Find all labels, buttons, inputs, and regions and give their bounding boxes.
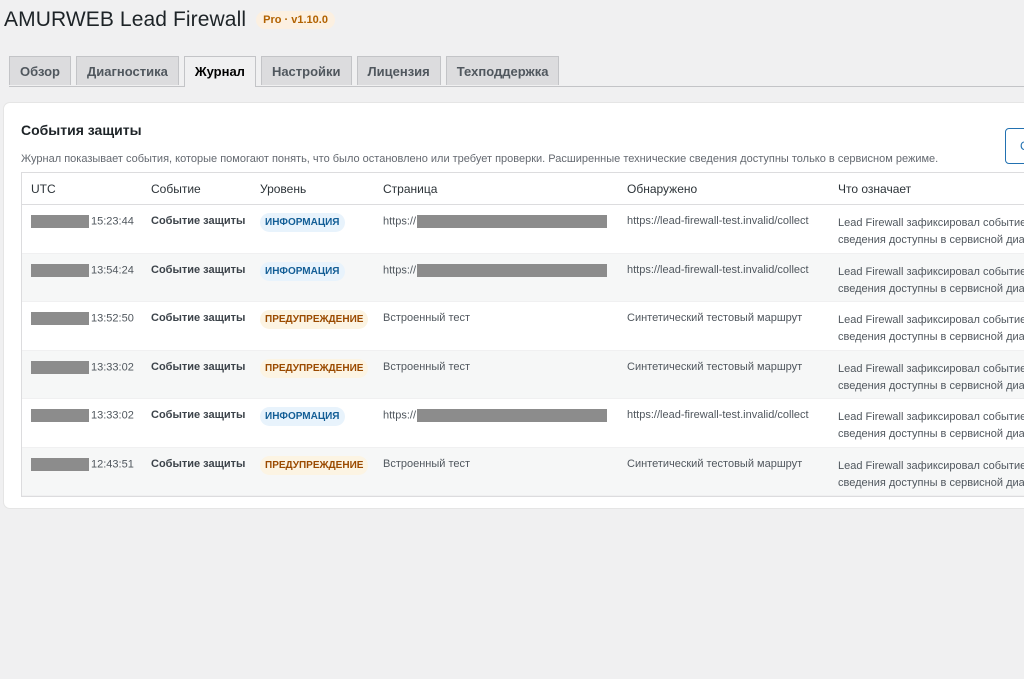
page-text: https:// [383, 263, 417, 276]
table-row[interactable]: 13:33:02 Событие защиты ИНФОРМАЦИЯ https://… [22, 399, 1024, 448]
table-header: UTC Событие Уровень Страница Обнаружено … [22, 173, 1024, 205]
events-panel: События защиты Журнал показывает события… [4, 103, 1024, 508]
table-row[interactable]: 15:23:44 Событие защиты ИНФОРМАЦИЯ https://… [22, 205, 1024, 254]
cell-page: Встроенный тест [383, 361, 470, 373]
cell-event: Событие защиты [151, 263, 246, 276]
level-badge: ПРЕДУПРЕЖДЕНИЕ [260, 455, 369, 475]
level-badge: ИНФОРМАЦИЯ [260, 261, 345, 281]
column-header-level[interactable]: Уровень [260, 182, 306, 196]
event-time: 13:33:02 [91, 360, 134, 373]
redacted-date [31, 263, 89, 277]
tab-support[interactable]: Техподдержка [445, 56, 560, 85]
redacted-date [31, 457, 89, 471]
meaning-line-1: Lead Firewall зафиксировал событие [838, 314, 1024, 326]
column-header-meaning[interactable]: Что означает [838, 182, 911, 196]
column-header-found[interactable]: Обнаружено [627, 182, 697, 196]
meaning-line-1: Lead Firewall зафиксировал событие [838, 411, 1024, 423]
cell-utc: 15:23:44 [31, 215, 134, 228]
cell-meaning: Lead Firewall зафиксировал событие сведен… [838, 458, 1024, 492]
cell-page: https:// [383, 263, 608, 277]
meaning-line-1: Lead Firewall зафиксировал событие [838, 217, 1024, 229]
page-text: https:// [383, 215, 417, 228]
meaning-line-2: сведения доступны в сервисной диа [838, 379, 1024, 392]
event-time: 15:23:44 [91, 215, 134, 228]
cell-event: Событие защиты [151, 457, 246, 470]
cell-page: Встроенный тест [383, 312, 470, 324]
cell-found: Синтетический тестовый маршрут [627, 312, 803, 324]
cell-utc: 13:52:50 [31, 312, 134, 325]
level-badge: ПРЕДУПРЕЖДЕНИЕ [260, 310, 369, 329]
event-time: 13:52:50 [91, 312, 134, 325]
redacted-date [31, 360, 89, 374]
cell-event: Событие защиты [151, 360, 246, 373]
table-row[interactable]: 13:54:24 Событие защиты ИНФОРМАЦИЯ https://… [22, 253, 1024, 302]
redacted-url [417, 409, 608, 422]
cell-event: Событие защиты [151, 312, 246, 324]
table-row[interactable]: 13:33:02 Событие защиты ПРЕДУПРЕЖДЕНИЕ Встр… [22, 350, 1024, 399]
event-time: 12:43:51 [91, 457, 134, 470]
tab-diagnostics[interactable]: Диагностика [76, 56, 179, 85]
event-time: 13:33:02 [91, 409, 134, 422]
cell-meaning: Lead Firewall зафиксировал событие сведен… [838, 409, 1024, 443]
tab-bar: Обзор Диагностика Журнал Настройки Лицен… [9, 56, 1024, 87]
meaning-line-1: Lead Firewall зафиксировал событие [838, 459, 1024, 472]
cell-utc: 13:33:02 [31, 409, 134, 422]
column-header-event[interactable]: Событие [151, 182, 201, 196]
table-body: 15:23:44 Событие защиты ИНФОРМАЦИЯ https://… [22, 205, 1024, 496]
meaning-line-2: сведения доступны в сервисной диа [838, 234, 1024, 246]
cell-meaning: Lead Firewall зафиксировал событие сведен… [838, 264, 1024, 298]
redacted-url [417, 215, 608, 228]
tab-journal[interactable]: Журнал [183, 56, 256, 87]
cell-page: https:// [383, 409, 608, 422]
panel-action-button[interactable]: С [1005, 128, 1024, 164]
redacted-date [31, 409, 89, 422]
redacted-url [417, 263, 608, 277]
level-badge: ПРЕДУПРЕЖДЕНИЕ [260, 358, 369, 378]
level-badge: ИНФОРМАЦИЯ [260, 407, 345, 426]
page-text: Встроенный тест [383, 360, 471, 373]
tab-license[interactable]: Лицензия [356, 56, 441, 85]
redacted-date [31, 215, 89, 228]
page-text: Встроенный тест [383, 312, 471, 324]
cell-utc: 12:43:51 [31, 457, 134, 471]
table-row[interactable]: 13:52:50 Событие защиты ПРЕДУПРЕЖДЕНИЕ Встр… [22, 302, 1024, 351]
cell-found: https://lead-firewall-test.invalid/colle… [627, 215, 809, 227]
cell-meaning: Lead Firewall зафиксировал событие сведен… [838, 215, 1024, 249]
page-text: Встроенный тест [383, 457, 471, 470]
cell-found: Синтетический тестовый маршрут [627, 457, 803, 470]
cell-meaning: Lead Firewall зафиксировал событие сведен… [838, 312, 1024, 346]
cell-utc: 13:33:02 [31, 360, 134, 374]
cell-found: https://lead-firewall-test.invalid/colle… [627, 409, 809, 421]
level-badge: ИНФОРМАЦИЯ [260, 213, 345, 232]
event-time: 13:54:24 [91, 263, 134, 276]
cell-found: https://lead-firewall-test.invalid/colle… [627, 263, 809, 276]
meaning-line-2: сведения доступны в сервисной диа [838, 428, 1024, 440]
tab-settings[interactable]: Настройки [260, 56, 352, 85]
cell-meaning: Lead Firewall зафиксировал событие сведен… [838, 361, 1024, 395]
column-header-page[interactable]: Страница [383, 182, 437, 196]
page-text: https:// [383, 409, 417, 422]
meaning-line-2: сведения доступны в сервисной диа [838, 331, 1024, 343]
app-title: AMURWEB Lead Firewall [4, 8, 247, 31]
cell-found: Синтетический тестовый маршрут [627, 360, 803, 373]
meaning-line-1: Lead Firewall зафиксировал событие [838, 265, 1024, 278]
meaning-line-1: Lead Firewall зафиксировал событие [838, 362, 1024, 375]
page-header: AMURWEB Lead Firewall Pro · v1.10.0 [4, 8, 335, 32]
cell-event: Событие защиты [151, 215, 246, 227]
panel-title: События защиты [21, 122, 142, 138]
table-row[interactable]: 12:43:51 Событие защиты ПРЕДУПРЕЖДЕНИЕ Встр… [22, 447, 1024, 496]
cell-event: Событие защиты [151, 409, 246, 421]
cell-page: Встроенный тест [383, 458, 470, 470]
cell-page: https:// [383, 215, 608, 228]
panel-description: Журнал показывает события, которые помог… [21, 153, 939, 165]
events-table: UTC Событие Уровень Страница Обнаружено … [21, 172, 1024, 497]
meaning-line-2: сведения доступны в сервисной диа [838, 282, 1024, 295]
column-header-utc[interactable]: UTC [31, 182, 56, 196]
meaning-line-2: сведения доступны в сервисной диа [838, 476, 1024, 489]
redacted-date [31, 312, 89, 325]
cell-utc: 13:54:24 [31, 263, 134, 277]
tab-overview[interactable]: Обзор [9, 56, 71, 85]
version-badge: Pro · v1.10.0 [256, 11, 335, 29]
